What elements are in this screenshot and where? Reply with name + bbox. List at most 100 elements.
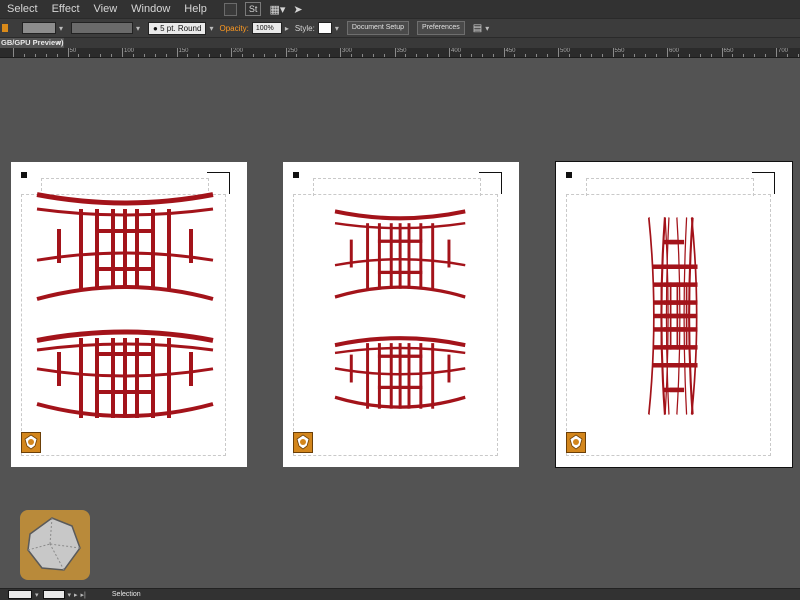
fence-bar [663, 363, 698, 368]
ruler-tick [743, 54, 745, 57]
ruler-tick [525, 54, 527, 57]
stroke-color-swatch[interactable] [22, 22, 56, 34]
ruler-tick [558, 48, 559, 57]
ruler-tick [579, 54, 581, 57]
fence-bar [135, 338, 139, 418]
artboard-number-field[interactable] [42, 590, 65, 599]
artboard-3[interactable] [555, 161, 793, 468]
chevron-down-icon[interactable]: ▾ [35, 591, 39, 599]
graphic-style-swatch[interactable] [317, 22, 332, 34]
fence-bar [366, 223, 370, 289]
ruler-tick [100, 54, 102, 57]
ruler-tick [547, 54, 549, 57]
fence-bar [79, 209, 83, 289]
align-icon[interactable]: ▤ [473, 23, 482, 34]
ruler-tick [786, 54, 788, 57]
fence-bar [167, 338, 171, 418]
opacity-label[interactable]: Opacity: [219, 24, 248, 33]
stroke-weight-field[interactable] [71, 22, 134, 34]
ruler-tick [656, 54, 658, 57]
style-label: Style: [294, 23, 315, 33]
chevron-down-icon[interactable]: ▾ [209, 24, 213, 33]
menu-select[interactable]: Select [0, 0, 45, 18]
ruler-tick [318, 54, 320, 57]
fence-bar [663, 345, 698, 350]
fence-artwork[interactable] [283, 162, 519, 467]
ruler-tick [536, 54, 538, 57]
chevron-right-icon[interactable]: ▸ [285, 24, 289, 33]
chevron-down-icon[interactable]: ▾ [335, 24, 339, 33]
artboard-1[interactable] [11, 162, 247, 467]
brush-dot-icon: ● [153, 23, 161, 33]
ruler-tick [438, 54, 440, 57]
fence-bar [377, 239, 423, 243]
ruler-tick [143, 54, 145, 57]
document-tab-row: GB/GPU Preview) × [0, 38, 800, 48]
menu-view[interactable]: View [87, 0, 125, 18]
brush-definition-dropdown[interactable]: ● 5 pt. Round [148, 21, 207, 35]
ruler-tick [241, 54, 243, 57]
artboard-2[interactable] [283, 162, 519, 467]
chevron-down-icon[interactable]: ▾ [136, 24, 140, 33]
arrange-documents-icon[interactable]: ▦▾ [269, 3, 285, 16]
chevron-down-icon[interactable]: ▾ [485, 24, 489, 33]
bridge-icon[interactable] [223, 2, 237, 16]
ruler-tick [252, 54, 254, 57]
ruler-tick [274, 54, 276, 57]
menu-effect[interactable]: Effect [45, 0, 87, 18]
ruler-tick [361, 54, 363, 57]
fence-piece [334, 336, 466, 409]
menu-help[interactable]: Help [177, 0, 214, 18]
ruler-tick [154, 54, 156, 57]
close-icon[interactable]: × [57, 38, 61, 48]
document-setup-button[interactable]: Document Setup [346, 21, 410, 35]
ruler-tick [590, 54, 592, 57]
ruler-tick [209, 54, 211, 57]
app-tile-icon [20, 510, 90, 580]
fence-bar [377, 343, 381, 409]
fence-bar [419, 223, 423, 289]
menu-window[interactable]: Window [124, 0, 177, 18]
fence-bar [189, 229, 193, 263]
fence-bar [663, 300, 698, 305]
workspace-button[interactable]: St [244, 2, 262, 16]
opacity-input[interactable]: 100% [251, 22, 282, 34]
credit-text [227, 362, 239, 458]
last-artboard-icon[interactable]: ▸| [81, 591, 86, 599]
preferences-button[interactable]: Preferences [417, 21, 465, 35]
fence-bar [95, 209, 99, 289]
fence-piece [334, 209, 466, 299]
fence-artwork[interactable] [556, 162, 792, 467]
fence-bar [407, 223, 411, 289]
ruler-tick [383, 54, 385, 57]
chevron-down-icon[interactable]: ▾ [68, 591, 72, 599]
fence-bar [663, 264, 698, 269]
ruler-tick [263, 54, 265, 57]
fence-bar [135, 209, 139, 289]
ruler-tick [634, 54, 636, 57]
ruler-tick [765, 54, 767, 57]
next-artboard-icon[interactable]: ▸ [74, 591, 78, 599]
chevron-down-icon[interactable]: ▾ [59, 24, 63, 33]
ruler-tick [165, 54, 167, 57]
ruler-tick [797, 54, 799, 57]
horizontal-ruler[interactable]: 50 100 150 200 250 300 350 400 450 500 550 600 650 70… [0, 48, 800, 58]
send-icon[interactable]: ➤ [293, 3, 302, 16]
fence-bar [389, 343, 393, 409]
ruler-tick [699, 54, 701, 57]
ruler-tick [89, 54, 91, 57]
fence-bar [123, 209, 127, 289]
ruler-tick [187, 54, 189, 57]
document-tab[interactable]: GB/GPU Preview) × [0, 38, 64, 48]
ruler-tick [78, 54, 80, 57]
ruler-tick [340, 48, 341, 57]
ruler-tick [220, 54, 222, 57]
fence-piece [36, 329, 214, 418]
ruler-tick [111, 54, 113, 57]
status-bar: ▾ ▾ ▸ ▸| Selection [0, 588, 800, 600]
ruler-tick [503, 48, 505, 57]
zoom-field[interactable] [8, 590, 32, 599]
ruler-tick [296, 54, 298, 57]
fence-artwork[interactable] [11, 162, 247, 467]
fence-bar [685, 282, 688, 350]
